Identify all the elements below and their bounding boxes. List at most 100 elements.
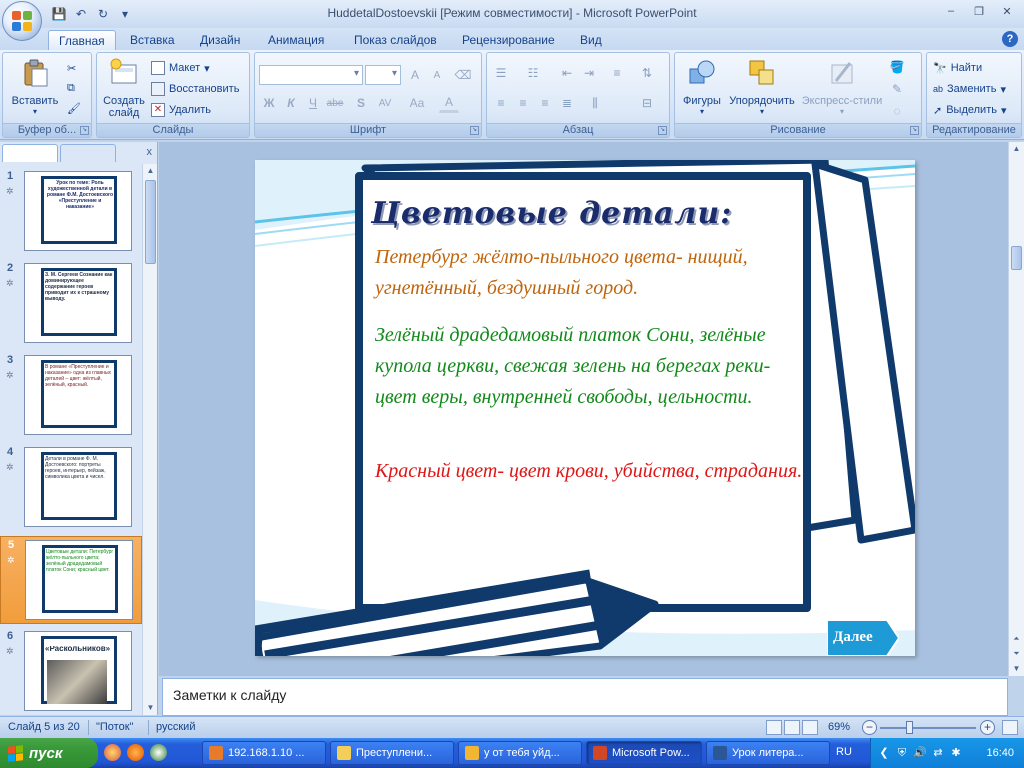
strikethrough-button[interactable]: abe xyxy=(325,93,345,113)
slide-scrollbar[interactable]: ▲ ⏶ ⏷ ▼ xyxy=(1008,142,1024,676)
scroll-thumb[interactable] xyxy=(145,180,156,264)
task-chat[interactable]: у от тебя уйд... xyxy=(458,741,582,765)
close-icon[interactable]: x xyxy=(147,146,153,158)
font-launcher-icon[interactable]: ↘ xyxy=(470,126,479,135)
notes-pane[interactable]: Заметки к слайду xyxy=(162,678,1008,716)
shapes-button[interactable]: Фигуры ▾ xyxy=(677,57,727,116)
slide-title[interactable]: Цветовые детали: xyxy=(371,196,732,231)
tab-home[interactable]: Главная xyxy=(48,30,116,50)
scroll-thumb[interactable] xyxy=(1011,246,1022,270)
align-left-icon[interactable]: ≡ xyxy=(491,93,511,113)
language-indicator[interactable]: русский xyxy=(156,721,195,733)
text-direction-icon[interactable]: ⇅ xyxy=(637,63,657,83)
prev-slide-icon[interactable]: ⏶ xyxy=(1010,632,1023,646)
font-size-select[interactable] xyxy=(365,65,401,85)
clear-format-icon[interactable]: ⌫ xyxy=(453,65,473,85)
close-button[interactable]: ✕ xyxy=(994,2,1020,20)
network-icon[interactable]: ⇄ xyxy=(931,746,945,760)
minimize-button[interactable]: – xyxy=(938,2,964,20)
next-button-label[interactable]: Далее xyxy=(833,629,873,646)
tab-slideshow[interactable]: Показ слайдов xyxy=(344,30,447,50)
replace-button[interactable]: ab Заменить ▾ xyxy=(933,80,1006,98)
tab-outline-view[interactable] xyxy=(60,144,116,162)
scroll-down-icon[interactable]: ▼ xyxy=(1010,662,1023,676)
align-right-icon[interactable]: ≡ xyxy=(535,93,555,113)
task-folder[interactable]: Преступлени... xyxy=(330,741,454,765)
reset-button[interactable]: Восстановить xyxy=(151,80,239,98)
numbering-icon[interactable]: ☷ xyxy=(523,63,543,83)
next-slide-icon[interactable]: ⏷ xyxy=(1010,647,1023,661)
scroll-up-icon[interactable]: ▲ xyxy=(1010,142,1023,156)
maximize-button[interactable]: ❐ xyxy=(966,2,992,20)
align-text-icon[interactable]: ⊟ xyxy=(637,93,657,113)
shadow-button[interactable]: S xyxy=(351,93,371,113)
app-icon[interactable] xyxy=(150,744,167,761)
tab-insert[interactable]: Вставка xyxy=(120,30,185,50)
start-button[interactable]: пуск xyxy=(0,738,98,768)
quick-styles-button[interactable]: Экспресс-стили ▾ xyxy=(799,57,885,116)
font-family-select[interactable] xyxy=(259,65,363,85)
slide-paragraph-yellow[interactable]: Петербург жёлто-пыльного цвета- нищий, у… xyxy=(375,242,805,304)
tray-arrow-icon[interactable]: ❮ xyxy=(877,746,891,760)
thumbnail-slide-3[interactable]: 3 ✲ В романе «Преступление и наказание» … xyxy=(0,352,142,440)
delete-slide-button[interactable]: ✕ Удалить xyxy=(151,101,211,119)
keyboard-language[interactable]: RU xyxy=(836,746,852,758)
thumbnails-scrollbar[interactable]: ▲ ▼ xyxy=(142,164,157,715)
shape-fill-icon[interactable]: 🪣 xyxy=(887,57,907,77)
tab-slides-view[interactable] xyxy=(2,144,58,162)
format-painter-icon[interactable]: 🖌 xyxy=(67,99,81,117)
layout-button[interactable]: Макет ▾ xyxy=(151,59,210,77)
decrease-indent-icon[interactable]: ⇤ xyxy=(557,63,577,83)
clipboard-launcher-icon[interactable]: ↘ xyxy=(80,126,89,135)
underline-button[interactable]: Ч xyxy=(303,93,323,113)
tab-animation[interactable]: Анимация xyxy=(258,30,334,50)
notes-placeholder[interactable]: Заметки к слайду xyxy=(173,687,286,703)
slide-canvas[interactable]: Цветовые детали: Петербург жёлто-пыльног… xyxy=(255,160,915,656)
bullets-icon[interactable]: ☰ xyxy=(491,63,511,83)
bug-icon[interactable]: ✱ xyxy=(949,746,963,760)
new-slide-button[interactable]: Создать слайд xyxy=(101,57,147,119)
justify-icon[interactable]: ≣ xyxy=(557,93,577,113)
antivirus-icon[interactable]: ⛨ xyxy=(895,746,909,760)
thumbnail-slide-2[interactable]: 2 ✲ З. М. Сергеев Сознание как доминирую… xyxy=(0,260,142,348)
zoom-in-icon[interactable]: + xyxy=(980,720,995,735)
thumbnail-slide-1[interactable]: 1 ✲ Урок по теме: Роль художественной де… xyxy=(0,168,142,256)
scroll-down-icon[interactable]: ▼ xyxy=(144,701,157,715)
drawing-launcher-icon[interactable]: ↘ xyxy=(910,126,919,135)
browser-icon[interactable] xyxy=(104,744,121,761)
slide-paragraph-green[interactable]: Зелёный драдедамовый платок Сони, зелёны… xyxy=(375,320,805,413)
task-word[interactable]: Урок литера... xyxy=(706,741,830,765)
shape-outline-icon[interactable]: ✎ xyxy=(887,79,907,99)
zoom-out-icon[interactable]: − xyxy=(862,720,877,735)
shape-effects-icon[interactable]: ◌ xyxy=(887,101,907,121)
paste-button[interactable]: Вставить ▾ xyxy=(9,57,61,116)
slide-sorter-view-icon[interactable] xyxy=(784,720,800,735)
shrink-font-button[interactable]: A xyxy=(427,65,447,85)
font-color-button[interactable]: A xyxy=(439,93,459,113)
office-button[interactable] xyxy=(2,1,42,41)
zoom-level[interactable]: 69% xyxy=(828,721,850,733)
tab-design[interactable]: Дизайн xyxy=(190,30,250,50)
slideshow-view-icon[interactable] xyxy=(802,720,818,735)
align-center-icon[interactable]: ≡ xyxy=(513,93,533,113)
thumbnail-slide-6[interactable]: 6 ✲ «Раскольников» xyxy=(0,628,142,715)
grow-font-button[interactable]: A xyxy=(405,65,425,85)
zoom-slider-handle[interactable] xyxy=(906,721,913,734)
volume-icon[interactable]: 🔊 xyxy=(913,746,927,760)
change-case-button[interactable]: Aa xyxy=(407,93,427,113)
normal-view-icon[interactable] xyxy=(766,720,782,735)
char-spacing-button[interactable]: AV xyxy=(375,93,395,113)
bold-button[interactable]: Ж xyxy=(259,93,279,113)
line-spacing-icon[interactable]: ≡ xyxy=(607,63,627,83)
copy-icon[interactable]: ⧉ xyxy=(67,79,75,97)
increase-indent-icon[interactable]: ⇥ xyxy=(579,63,599,83)
columns-icon[interactable]: ⫼ xyxy=(585,93,605,113)
tab-review[interactable]: Рецензирование xyxy=(452,30,565,50)
scroll-up-icon[interactable]: ▲ xyxy=(144,164,157,178)
italic-button[interactable]: К xyxy=(281,93,301,113)
thumbnail-slide-5[interactable]: 5 ✲ Цветовые детали: Петербург жёлто-пыл… xyxy=(0,536,142,624)
arrange-button[interactable]: Упорядочить ▾ xyxy=(725,57,799,116)
cut-icon[interactable]: ✂ xyxy=(67,59,76,77)
task-powerpoint[interactable]: Microsoft Pow... xyxy=(586,741,702,765)
paragraph-launcher-icon[interactable]: ↘ xyxy=(658,126,667,135)
